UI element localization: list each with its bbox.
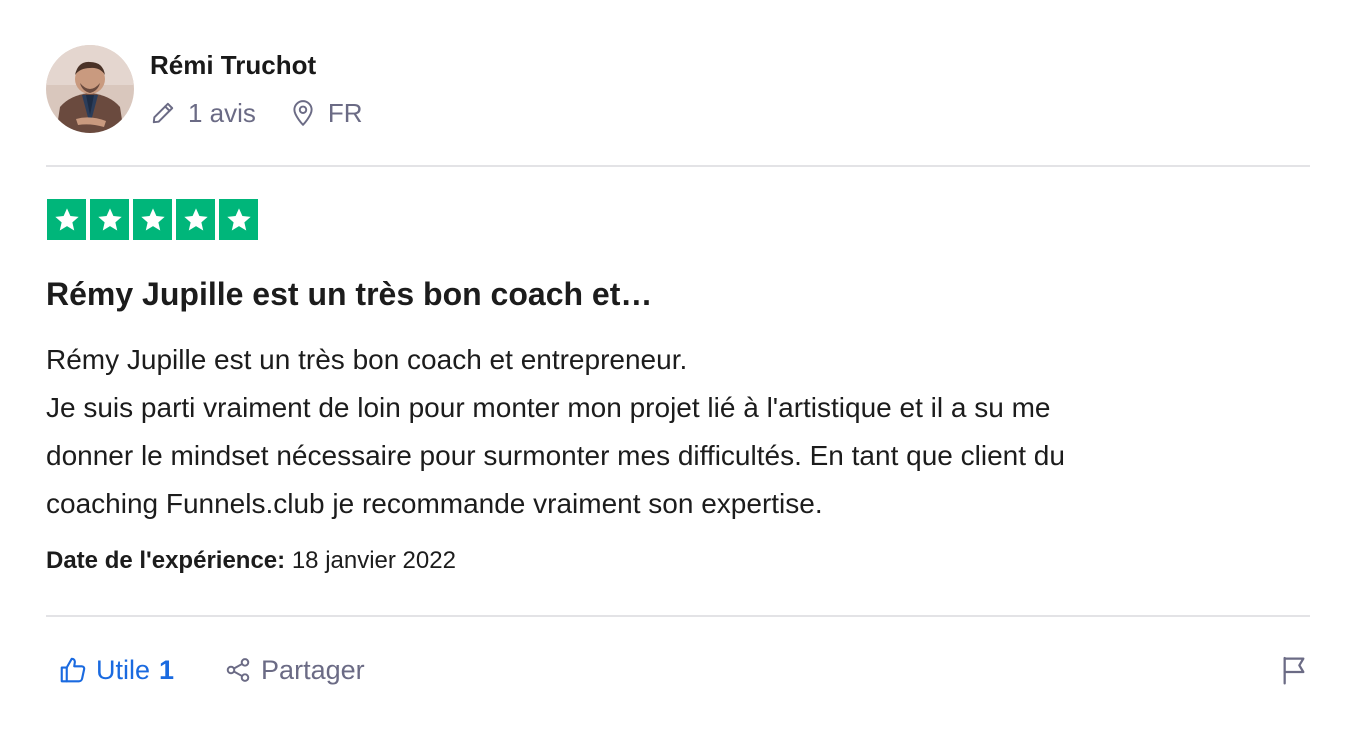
review-body-line: Je suis parti vraiment de loin pour mont… bbox=[46, 392, 1051, 423]
reviews-count: 1 avis bbox=[150, 98, 256, 129]
review-body-line: Rémy Jupille est un très bon coach et en… bbox=[46, 344, 688, 375]
star-icon bbox=[47, 199, 86, 240]
thumbs-up-icon bbox=[60, 657, 86, 683]
reviewer-meta: 1 avis FR bbox=[150, 96, 363, 130]
review-actions: Utile 1 Partager bbox=[58, 650, 365, 690]
reviewer-avatar[interactable] bbox=[46, 45, 134, 133]
experience-date: Date de l'expérience: 18 janvier 2022 bbox=[46, 547, 456, 575]
reviewer-name[interactable]: Rémi Truchot bbox=[150, 50, 316, 81]
share-button[interactable]: Partager bbox=[224, 655, 365, 686]
report-flag-button[interactable] bbox=[1278, 654, 1310, 686]
reviewer-country: FR bbox=[290, 98, 363, 129]
share-icon bbox=[226, 658, 250, 682]
useful-button[interactable]: Utile 1 bbox=[58, 655, 174, 686]
star-rating bbox=[47, 199, 262, 240]
flag-icon bbox=[1283, 656, 1305, 685]
star-icon bbox=[133, 199, 172, 240]
useful-label: Utile bbox=[96, 654, 151, 685]
star-icon bbox=[176, 199, 215, 240]
star-icon bbox=[90, 199, 129, 240]
experience-date-value: 18 janvier 2022 bbox=[291, 547, 456, 574]
useful-count: 1 bbox=[159, 654, 175, 685]
review-body-line: coaching Funnels.club je recommande vrai… bbox=[46, 488, 823, 519]
reviews-count-label: 1 avis bbox=[188, 97, 256, 128]
header-divider bbox=[46, 165, 1310, 167]
review-title[interactable]: Rémy Jupille est un très bon coach et… bbox=[46, 276, 652, 313]
footer-divider bbox=[46, 615, 1310, 617]
star-icon bbox=[219, 199, 258, 240]
experience-date-label: Date de l'expérience: bbox=[46, 547, 286, 574]
location-pin-icon bbox=[293, 100, 313, 126]
country-label: FR bbox=[327, 97, 363, 128]
review-body: Rémy Jupille est un très bon coach et en… bbox=[46, 336, 1314, 528]
review-body-line: donner le mindset nécessaire pour surmon… bbox=[46, 440, 1065, 471]
pencil-icon bbox=[152, 102, 174, 124]
share-label: Partager bbox=[261, 654, 365, 685]
review-card: Rémi Truchot 1 avis FR Rémy Jupille est … bbox=[0, 0, 1354, 734]
